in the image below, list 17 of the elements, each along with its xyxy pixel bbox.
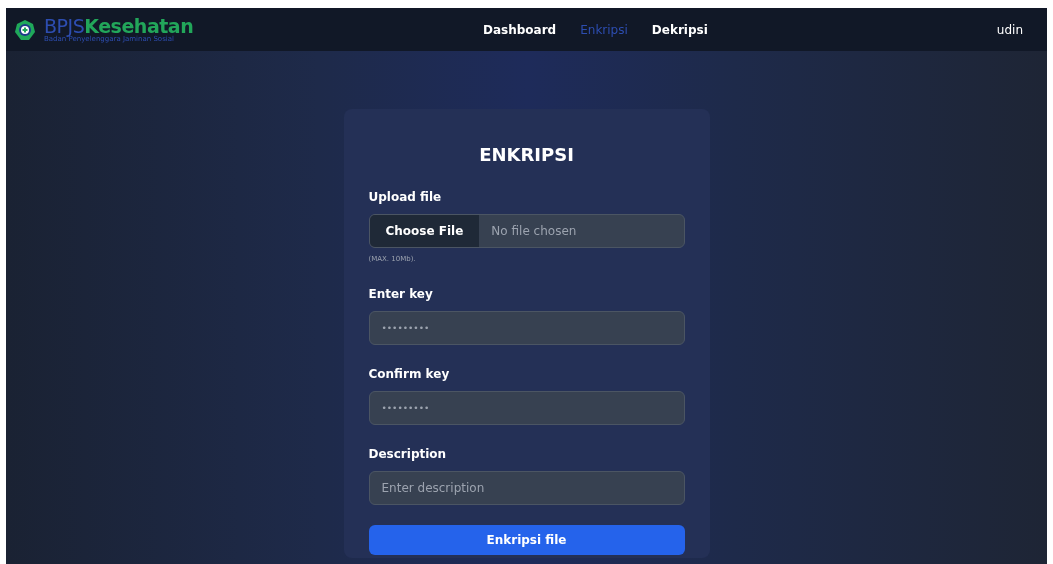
user-name[interactable]: udin [996, 20, 1023, 39]
form-title: ENKRIPSI [478, 143, 575, 167]
brand-name: BPJSKesehatan [44, 16, 194, 36]
choose-file-button[interactable]: Choose File [369, 215, 480, 247]
file-status: No file chosen [491, 223, 577, 240]
field-label: Enter key [368, 285, 434, 303]
nav-link[interactable]: Dekripsi [651, 20, 708, 39]
key-field[interactable]: ••••••••• [368, 310, 685, 345]
field-label: Upload file [368, 189, 443, 206]
logo-icon [14, 18, 36, 41]
field-label: Description [368, 445, 448, 463]
file-input[interactable]: Choose File No file chosen [368, 214, 685, 248]
key-field[interactable]: ••••••••• [368, 390, 685, 425]
encrypt-button[interactable]: Enkripsi file [368, 524, 685, 555]
nav-link[interactable]: Dashboard [483, 20, 557, 39]
field-label: Confirm key [368, 365, 451, 383]
description-field[interactable]: Enter description [368, 470, 685, 505]
